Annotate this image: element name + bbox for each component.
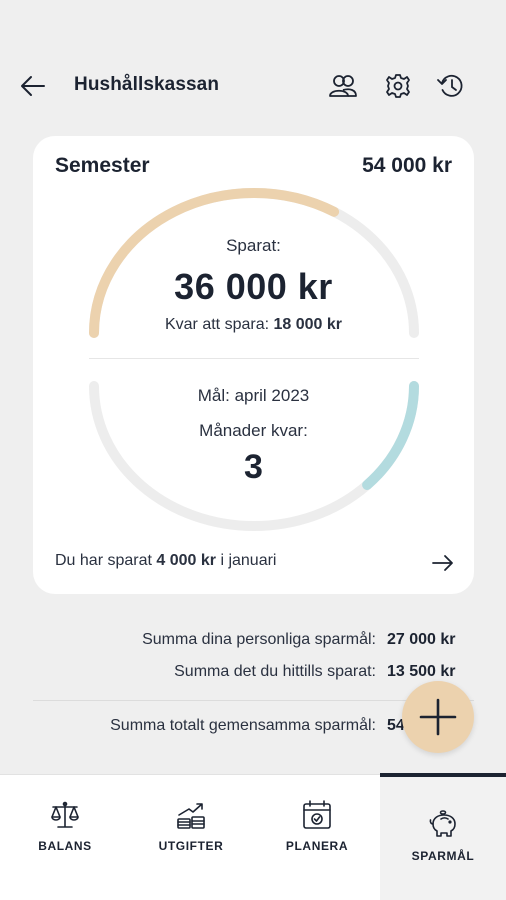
history-button[interactable] [436, 71, 466, 101]
nav-utgifter[interactable]: UTGIFTER [128, 775, 254, 900]
back-button[interactable] [18, 73, 48, 99]
progress-gauges [89, 187, 419, 531]
bottom-navigation: BALANS UTGIFTER PLANERA SPARMÅL [0, 773, 506, 900]
saved-amount: 36 000 kr [174, 266, 333, 307]
summary-saved-label: Summa det du hittills sparat: [174, 663, 376, 680]
plus-icon [419, 698, 457, 736]
app-header: Hushållskassan [0, 60, 506, 112]
nav-planera-label: PLANERA [285, 839, 349, 853]
expenses-icon [177, 803, 205, 829]
members-button[interactable] [328, 71, 358, 101]
remaining-label: Kvar att spara: [164, 316, 270, 333]
piggy-bank-icon [429, 810, 456, 837]
saved-label: Sparat: [226, 236, 281, 255]
page-title: Hushållskassan [74, 74, 220, 95]
savings-goal-card[interactable]: Semester 54 000 kr Sparat: 36 000 kr Kva… [33, 136, 474, 594]
nav-sparmal-label: SPARMÅL [411, 849, 475, 863]
scales-icon [51, 801, 79, 828]
saved-progress-track [89, 188, 419, 338]
monthly-savings-text: Du har sparat 4 000 kr i januari [55, 552, 276, 569]
monthly-savings-amount: 4 000 kr [156, 552, 216, 569]
nav-planera[interactable]: PLANERA [254, 775, 380, 900]
settings-button[interactable] [383, 71, 413, 101]
summary-saved-value: 13 500 kr [387, 663, 456, 680]
monthly-savings-suffix: i januari [220, 552, 277, 569]
active-tab-indicator [380, 773, 506, 777]
arrow-right-icon [432, 555, 453, 571]
monthly-savings-prefix: Du har sparat [55, 552, 152, 569]
months-left-label: Månader kvar: [199, 421, 308, 440]
summary-personal-value: 27 000 kr [387, 631, 456, 648]
members-icon [329, 75, 357, 97]
summary-shared-label: Summa totalt gemensamma sparmål: [110, 717, 376, 734]
nav-utgifter-label: UTGIFTER [158, 839, 224, 853]
nav-balans-label: BALANS [38, 839, 92, 853]
add-goal-button[interactable] [402, 681, 474, 753]
target-date: Mål: april 2023 [197, 386, 310, 405]
remaining-amount: 18 000 kr [273, 316, 342, 333]
nav-balans[interactable]: BALANS [2, 775, 128, 900]
nav-sparmal[interactable]: SPARMÅL [380, 773, 506, 900]
card-divider [89, 358, 419, 359]
saved-progress-arc [89, 187, 340, 338]
monthly-savings-link[interactable]: Du har sparat 4 000 kr i januari [55, 552, 455, 576]
arrow-left-icon [21, 76, 45, 96]
gear-icon [386, 74, 410, 98]
summary-personal-label: Summa dina personliga sparmål: [142, 631, 376, 648]
months-left-value: 3 [244, 448, 263, 486]
remaining-text: Kvar att spara: 18 000 kr [33, 316, 474, 334]
history-icon [437, 74, 463, 97]
calendar-icon [303, 800, 331, 829]
summary-personal-row: Summa dina personliga sparmål: 27 000 kr [0, 631, 506, 653]
